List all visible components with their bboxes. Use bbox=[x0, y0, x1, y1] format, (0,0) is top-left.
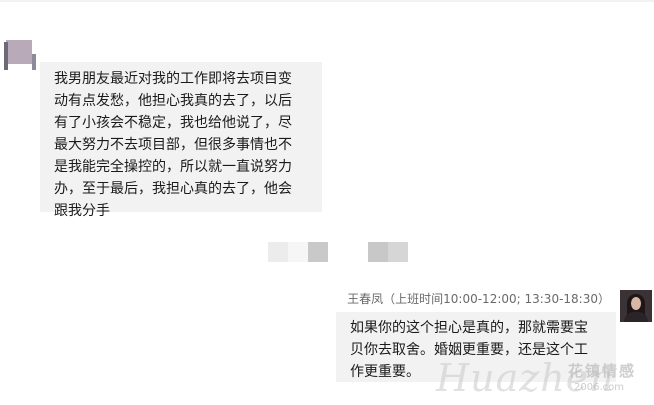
watermark-brand-cn: 花镇情感 bbox=[568, 362, 637, 380]
avatar-body bbox=[624, 312, 648, 322]
message-line: 最大努力不去项目部，但很多事情也不 bbox=[54, 137, 292, 153]
message-line: 动有点发愁，他担心我真的去了，以后 bbox=[54, 93, 292, 109]
avatar-pixel bbox=[32, 54, 36, 70]
avatar-pixel bbox=[4, 42, 8, 70]
message-line: 是我能完全操控的，所以就一直说努力 bbox=[54, 159, 292, 175]
contact-avatar[interactable] bbox=[4, 40, 36, 72]
message-line: 如果你的这个担心是真的，那就需要宝 bbox=[350, 320, 588, 336]
agent-avatar[interactable] bbox=[620, 290, 652, 322]
chat-window: 我男朋友最近对我的工作即将去项目变 动有点发愁，他担心我真的去了，以后 有了小孩… bbox=[0, 0, 654, 405]
message-line: 我男朋友最近对我的工作即将去项目变 bbox=[54, 71, 292, 87]
avatar-face bbox=[631, 297, 641, 310]
incoming-message-bubble[interactable]: 我男朋友最近对我的工作即将去项目变 动有点发愁，他担心我真的去了，以后 有了小孩… bbox=[40, 62, 322, 219]
redacted-block bbox=[288, 242, 308, 262]
watermark-url: 2006.com bbox=[574, 382, 624, 393]
redacted-block bbox=[308, 242, 328, 262]
message-line: 跟我分手 bbox=[54, 203, 110, 219]
message-line: 办，至于最后，我担心真的去了，他会 bbox=[54, 181, 292, 197]
redacted-block bbox=[388, 242, 408, 262]
redacted-block bbox=[268, 242, 288, 262]
sender-name: 王春凤（上班时间10:00-12:00; 13:30-18:30） bbox=[347, 292, 610, 306]
avatar-pixel bbox=[6, 40, 32, 64]
redacted-block bbox=[368, 242, 388, 262]
message-line: 有了小孩会不稳定，我也给他说了，尽 bbox=[54, 115, 292, 131]
divider bbox=[0, 0, 654, 2]
